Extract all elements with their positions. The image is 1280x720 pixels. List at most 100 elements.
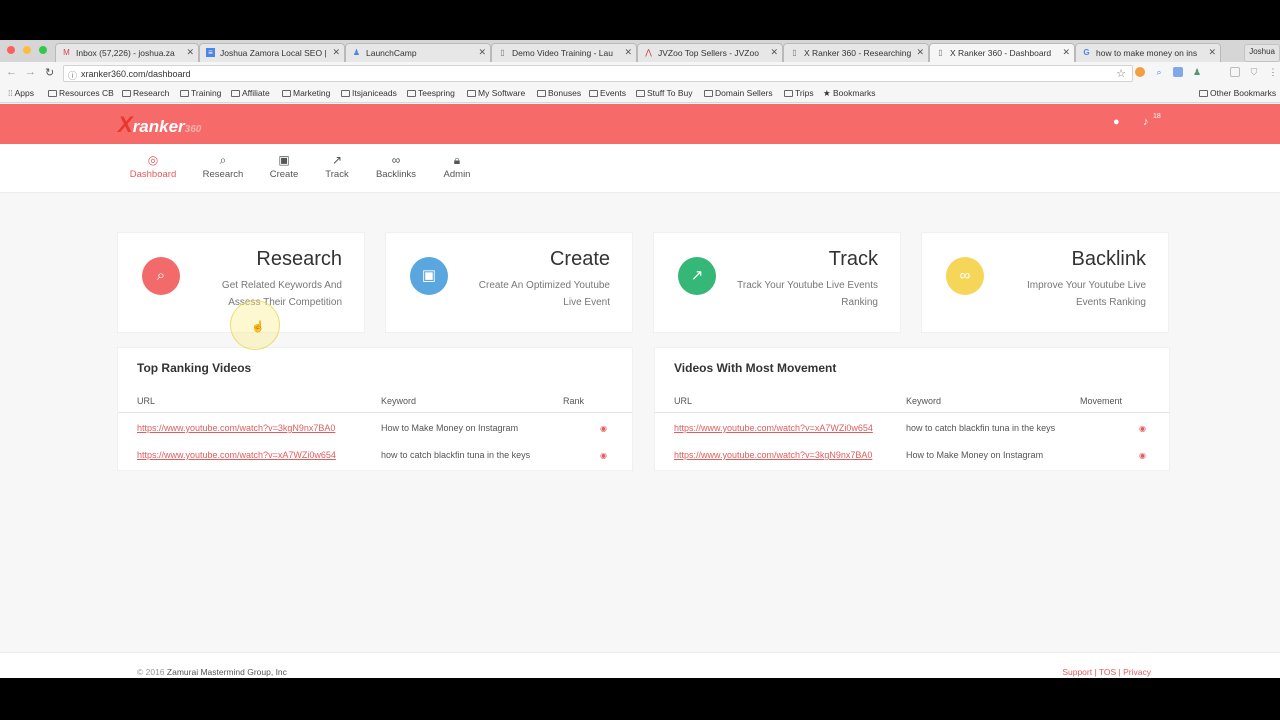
tab-label: Demo Video Training - Lau	[512, 48, 613, 58]
folder-icon	[784, 90, 793, 97]
card-backlink[interactable]: ∞ Backlink Improve Your Youtube Live Eve…	[921, 232, 1169, 333]
view-eye-icon[interactable]: ◉	[1139, 451, 1146, 460]
back-icon[interactable]: ←	[6, 66, 17, 78]
extension-icon[interactable]: ⌕	[1154, 67, 1164, 77]
video-url-link[interactable]: https://www.youtube.com/watch?v=xA7WZi0w…	[137, 450, 336, 460]
extension-icon[interactable]: ⛉	[1249, 67, 1259, 77]
folder-icon	[341, 90, 350, 97]
info-icon[interactable]: ⓘ	[68, 69, 77, 82]
close-window-button[interactable]	[7, 46, 15, 54]
bookmark-folder[interactable]: Teespring	[407, 88, 455, 98]
folder-icon	[122, 90, 131, 97]
person-icon: ♟	[352, 48, 361, 57]
bookmark-folder[interactable]: Events	[589, 88, 626, 98]
extension-icon[interactable]: ♟	[1192, 67, 1202, 77]
search-icon: ⌕	[219, 153, 227, 167]
card-description: Improve Your Youtube Live Events Ranking	[1027, 280, 1146, 308]
xranker-logo[interactable]: Xranker360	[118, 112, 201, 138]
divider	[118, 412, 632, 413]
bookmark-folder[interactable]: Resources CB	[48, 88, 114, 98]
card-title: Create	[549, 248, 610, 270]
panel-title: Videos With Most Movement	[674, 361, 837, 375]
tab-strip: M Inbox (57,226) - joshua.za ✕ ≡ Joshua …	[0, 40, 1280, 62]
keyword-cell: how to catch blackfin tuna in the keys	[381, 450, 531, 460]
folder-icon	[467, 90, 476, 97]
view-eye-icon[interactable]: ◉	[600, 424, 607, 433]
video-url-link[interactable]: https://www.youtube.com/watch?v=3kgN9nx7…	[137, 423, 335, 433]
nav-create[interactable]: ▣ Create	[256, 153, 312, 180]
close-icon[interactable]: ✕	[770, 47, 778, 58]
minimize-window-button[interactable]	[23, 46, 31, 54]
user-icon[interactable]: ●	[1113, 116, 1120, 128]
tab-jvzoo[interactable]: ⋀ JVZoo Top Sellers - JVZoo ✕	[637, 43, 783, 62]
folder-icon	[704, 90, 713, 97]
tab-xranker-dashboard[interactable]: ▯ X Ranker 360 - Dashboard ✕	[929, 43, 1075, 62]
bookmark-folder[interactable]: Training	[180, 88, 221, 98]
nav-track[interactable]: ↗ Track	[309, 153, 365, 180]
bookmark-folder[interactable]: Affiliate	[231, 88, 270, 98]
dashboard-gauge-icon: ◎	[147, 153, 159, 167]
card-track[interactable]: ↗ Track Track Your Youtube Live Events R…	[653, 232, 901, 333]
forward-icon[interactable]: →	[25, 66, 36, 78]
card-create[interactable]: ▣ Create Create An Optimized Youtube Liv…	[385, 232, 633, 333]
footer-links[interactable]: Support | TOS | Privacy	[1062, 667, 1151, 677]
nav-dashboard[interactable]: ◎ Dashboard	[125, 153, 181, 180]
app-footer: © 2016 Zamurai Mastermind Group, Inc Sup…	[0, 652, 1280, 678]
play-square-icon: ▣	[410, 257, 448, 295]
tab-google-search[interactable]: G how to make money on ins ✕	[1075, 43, 1221, 62]
view-eye-icon[interactable]: ◉	[1139, 424, 1146, 433]
extension-icon[interactable]	[1135, 67, 1145, 77]
tab-local-seo[interactable]: ≡ Joshua Zamora Local SEO | ✕	[199, 43, 345, 62]
close-icon[interactable]: ✕	[186, 47, 194, 58]
bookmark-folder[interactable]: Bonuses	[537, 88, 581, 98]
keyword-cell: how to catch blackfin tuna in the keys	[906, 423, 1056, 433]
bookmark-bookmarks[interactable]: ★ Bookmarks	[823, 88, 876, 99]
nav-backlinks[interactable]: ∞ Backlinks	[368, 153, 424, 180]
close-icon[interactable]: ✕	[624, 47, 632, 58]
bookmark-star-icon[interactable]: ☆	[1116, 67, 1126, 80]
folder-icon	[636, 90, 645, 97]
trend-line-icon: ↗	[331, 153, 343, 167]
link-icon: ∞	[391, 153, 401, 167]
page-icon: ▯	[500, 48, 505, 57]
bookmark-folder[interactable]: Marketing	[282, 88, 330, 98]
folder-icon	[589, 90, 598, 97]
view-eye-icon[interactable]: ◉	[600, 451, 607, 460]
page-icon: ▯	[938, 48, 943, 57]
tab-xranker-research[interactable]: ▯ X Ranker 360 - Researching ✕	[783, 43, 929, 62]
extension-icon[interactable]	[1173, 67, 1183, 77]
tab-demo-video[interactable]: ▯ Demo Video Training - Lau ✕	[491, 43, 637, 62]
close-icon[interactable]: ✕	[916, 47, 924, 58]
close-icon[interactable]: ✕	[1208, 47, 1216, 58]
tab-label: LaunchCamp	[366, 48, 417, 58]
column-header-keyword: Keyword	[906, 396, 942, 406]
extension-icon[interactable]	[1230, 67, 1240, 77]
bookmark-folder[interactable]: My Software	[467, 88, 525, 98]
nav-admin[interactable]: 🔒︎ Admin	[429, 153, 485, 180]
profile-button[interactable]: Joshua	[1244, 44, 1280, 62]
bookmark-apps[interactable]: ⁞⁞ Apps	[8, 88, 34, 98]
menu-icon[interactable]: ⋮	[1268, 67, 1278, 77]
tab-label: X Ranker 360 - Dashboard	[950, 48, 1052, 58]
hand-cursor-icon: ☝	[251, 321, 265, 333]
close-icon[interactable]: ✕	[1062, 47, 1070, 58]
video-url-link[interactable]: https://www.youtube.com/watch?v=3kgN9nx7…	[674, 450, 872, 460]
browser-window: M Inbox (57,226) - joshua.za ✕ ≡ Joshua …	[0, 40, 1280, 678]
tab-launchcamp[interactable]: ♟ LaunchCamp ✕	[345, 43, 491, 62]
bookmark-folder[interactable]: Stuff To Buy	[636, 88, 693, 98]
maximize-window-button[interactable]	[39, 46, 47, 54]
address-bar[interactable]: ⓘ xranker360.com/dashboard ☆	[63, 65, 1133, 82]
bookmark-other[interactable]: Other Bookmarks	[1199, 88, 1276, 98]
doc-icon: ≡	[206, 48, 215, 57]
bookmark-folder[interactable]: Research	[122, 88, 169, 98]
tab-gmail[interactable]: M Inbox (57,226) - joshua.za ✕	[55, 43, 199, 62]
video-url-link[interactable]: https://www.youtube.com/watch?v=xA7WZi0w…	[674, 423, 873, 433]
close-icon[interactable]: ✕	[478, 47, 486, 58]
nav-research[interactable]: ⌕ Research	[195, 153, 251, 180]
reload-icon[interactable]: ↻	[45, 66, 54, 79]
close-icon[interactable]: ✕	[332, 47, 340, 58]
bell-icon[interactable]: ♪	[1143, 116, 1149, 128]
bookmark-folder[interactable]: Domain Sellers	[704, 88, 773, 98]
bookmark-folder[interactable]: Itsjaniceads	[341, 88, 397, 98]
bookmark-folder[interactable]: Trips	[784, 88, 814, 98]
